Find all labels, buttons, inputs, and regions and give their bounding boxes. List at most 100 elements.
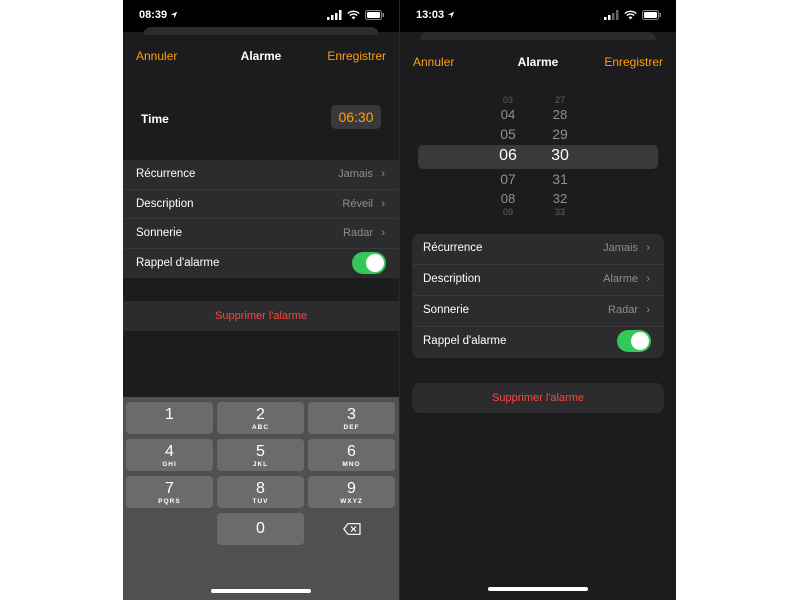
key-number: 0 (256, 520, 265, 537)
sheet-edge (420, 32, 656, 40)
save-button[interactable]: Enregistrer (327, 49, 386, 63)
key-number: 2 (256, 406, 265, 423)
status-bar: 13:03 (400, 0, 676, 32)
hour-option: 05 (500, 126, 516, 142)
hour-wheel[interactable]: 03 04 05 06 07 08 09 (493, 95, 523, 220)
key-number: 5 (256, 443, 265, 460)
chevron-right-icon: › (381, 168, 385, 180)
key-2[interactable]: 2 ABC (217, 402, 304, 434)
chevron-right-icon: › (646, 304, 650, 316)
toggle-knob (631, 332, 649, 350)
key-9[interactable]: 9 WXYZ (308, 476, 395, 508)
status-icons (604, 10, 662, 20)
key-number: 6 (347, 443, 356, 460)
hour-option: 03 (502, 95, 513, 105)
snooze-toggle[interactable] (617, 330, 651, 352)
nav-bar: Annuler Alarme Enregistrer (123, 37, 399, 77)
hour-option: 09 (502, 207, 513, 217)
key-number: 3 (347, 406, 356, 423)
key-number: 7 (165, 480, 174, 497)
sound-row[interactable]: Sonnerie Radar › (123, 219, 399, 249)
minute-wheel[interactable]: 27 28 29 30 31 32 33 (545, 95, 575, 220)
status-time: 13:03 (416, 9, 455, 21)
battery-icon (365, 10, 384, 20)
left-phone-screen: 08:39 Annuler Alarme Enregistrer Time 06… (123, 0, 399, 600)
minute-selected: 30 (551, 147, 569, 164)
sound-row[interactable]: Sonnerie Radar › (412, 296, 664, 327)
snooze-row: Rappel d'alarme (123, 249, 399, 279)
key-5[interactable]: 5 JKL (217, 439, 304, 471)
key-letters: GHI (162, 461, 177, 468)
right-phone-screen: 13:03 Annuler Alarme Enregistrer 03 04 0… (399, 0, 676, 600)
toggle-knob (366, 253, 384, 272)
picker-selection-band (418, 145, 658, 169)
row-value: Réveil (342, 197, 373, 210)
row-label: Sonnerie (136, 227, 183, 239)
snooze-toggle[interactable] (352, 251, 386, 274)
backspace-key[interactable] (308, 513, 395, 545)
delete-alarm-button[interactable]: Supprimer l'alarme (412, 383, 664, 413)
save-button[interactable]: Enregistrer (604, 55, 663, 69)
status-time: 08:39 (139, 9, 178, 21)
key-letters: JKL (252, 461, 269, 468)
description-row[interactable]: Description Alarme › (412, 265, 664, 296)
row-value: Radar (608, 304, 638, 316)
row-value: Jamais (338, 168, 373, 180)
alarm-edit-sheet: Annuler Alarme Enregistrer Time 06:30 Ré… (123, 35, 399, 600)
key-number: 1 (165, 406, 174, 423)
home-indicator (488, 587, 588, 591)
key-letters: PQRS (158, 498, 181, 505)
time-label: Time (141, 112, 169, 126)
key-number: 9 (347, 480, 356, 497)
row-value: Jamais (603, 242, 638, 254)
row-label: Description (423, 273, 481, 285)
row-label: Récurrence (423, 242, 483, 254)
key-number: 4 (165, 443, 174, 460)
minute-option: 32 (552, 191, 568, 206)
description-row[interactable]: Description Réveil › (123, 190, 399, 219)
location-arrow-icon (448, 11, 455, 19)
recurrence-row[interactable]: Récurrence Jamais › (412, 234, 664, 265)
key-letters: ABC (251, 424, 270, 431)
time-input[interactable]: 06:30 (331, 105, 381, 129)
key-0[interactable]: 0 (217, 513, 304, 545)
hour-selected: 06 (499, 147, 517, 164)
alarm-edit-sheet: Annuler Alarme Enregistrer 03 04 05 06 0… (400, 40, 676, 600)
hour-option: 08 (500, 191, 516, 206)
key-7[interactable]: 7 PQRS (126, 476, 213, 508)
key-letters: MNO (342, 461, 361, 468)
delete-alarm-button[interactable]: Supprimer l'alarme (123, 301, 399, 331)
minute-option: 27 (554, 95, 565, 105)
nav-bar: Annuler Alarme Enregistrer (400, 43, 676, 83)
signal-icon (604, 10, 619, 20)
row-label: Description (136, 197, 194, 210)
signal-icon (327, 10, 342, 20)
time-row: Time 06:30 (123, 100, 399, 140)
status-icons (327, 10, 385, 20)
wifi-icon (347, 10, 360, 20)
home-indicator (211, 589, 311, 593)
hour-option: 07 (500, 171, 516, 187)
key-8[interactable]: 8 TUV (217, 476, 304, 508)
key-4[interactable]: 4 GHI (126, 439, 213, 471)
row-label: Rappel d'alarme (423, 335, 507, 347)
hour-option: 04 (500, 107, 516, 122)
key-1[interactable]: 1 (126, 402, 213, 434)
row-value: Radar (343, 227, 373, 239)
chevron-right-icon: › (381, 227, 385, 239)
recurrence-row[interactable]: Récurrence Jamais › (123, 160, 399, 190)
key-3[interactable]: 3 DEF (308, 402, 395, 434)
options-list: Récurrence Jamais › Description Réveil ›… (123, 160, 399, 278)
battery-icon (642, 10, 661, 20)
snooze-row: Rappel d'alarme (412, 327, 664, 358)
key-letters: TUV (252, 498, 269, 505)
key-letters: WXYZ (340, 498, 363, 505)
chevron-right-icon: › (646, 273, 650, 285)
chevron-right-icon: › (646, 242, 650, 254)
time-picker[interactable]: 03 04 05 06 07 08 09 27 28 29 30 31 32 3… (400, 95, 676, 220)
row-label: Récurrence (136, 168, 196, 180)
key-6[interactable]: 6 MNO (308, 439, 395, 471)
sheet-edge (143, 27, 379, 35)
row-value: Alarme (603, 273, 638, 285)
row-label: Sonnerie (423, 304, 470, 316)
